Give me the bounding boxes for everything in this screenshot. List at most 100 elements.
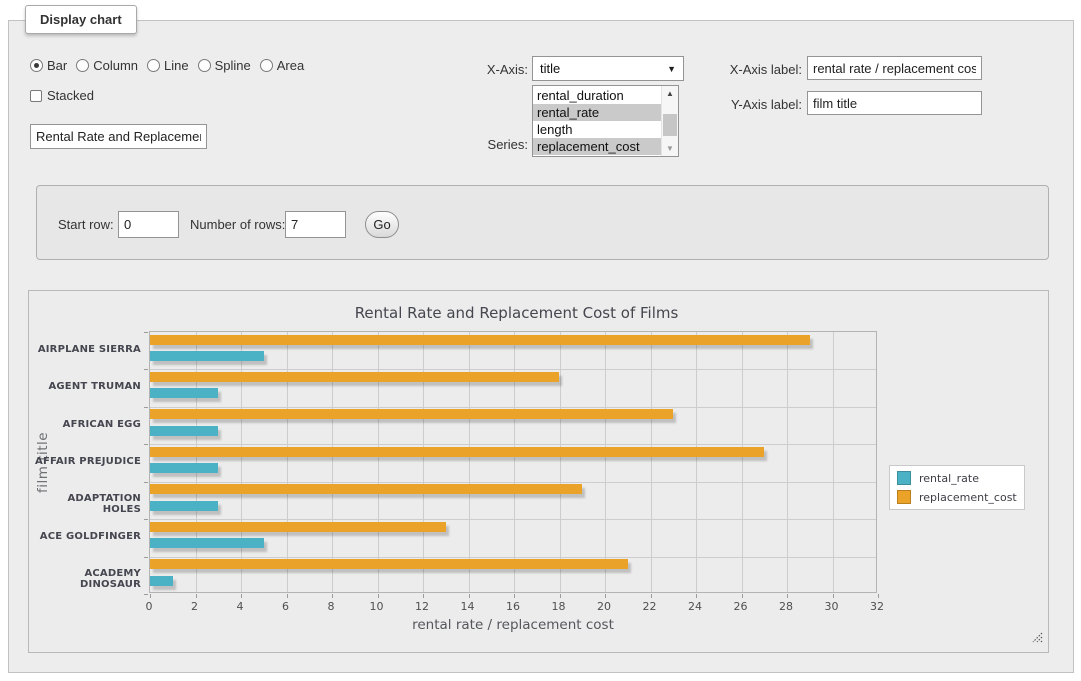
bar-segment (150, 372, 559, 382)
bar-segment (150, 409, 673, 419)
axis-tick (378, 594, 379, 598)
axis-tick (144, 369, 148, 370)
radio-label: Area (277, 58, 304, 73)
radio-icon (147, 59, 160, 72)
num-rows-label: Number of rows: (190, 217, 285, 232)
grid-line (150, 444, 876, 445)
series-listbox[interactable]: rental_durationrental_ratelengthreplacem… (532, 85, 679, 157)
x-tick-label: 32 (870, 600, 884, 613)
y-axis-label-field[interactable] (807, 91, 982, 115)
series-option-length[interactable]: length (533, 121, 661, 138)
axis-tick (423, 594, 424, 598)
chart-type-column[interactable]: Column (76, 58, 138, 73)
series-listbox-label: Series: (430, 137, 528, 152)
scroll-down-icon[interactable]: ▼ (662, 141, 678, 156)
axis-tick (241, 594, 242, 598)
grid-line (560, 332, 561, 592)
stacked-label: Stacked (47, 88, 94, 103)
radio-label: Column (93, 58, 138, 73)
x-tick-label: 26 (734, 600, 748, 613)
x-tick-label: 22 (643, 600, 657, 613)
radio-label: Spline (215, 58, 251, 73)
chart-title: Rental Rate and Replacement Cost of Film… (29, 304, 1004, 322)
x-tick-label: 24 (688, 600, 702, 613)
x-axis-select[interactable]: title ▼ (532, 56, 684, 81)
chart-title-input[interactable] (30, 124, 207, 149)
radio-icon (198, 59, 211, 72)
resize-grip-icon[interactable] (1032, 632, 1043, 643)
x-tick-label: 0 (146, 600, 153, 613)
bar-segment (150, 463, 218, 473)
axis-tick (787, 594, 788, 598)
chart-legend: rental_rate replacement_cost (889, 465, 1025, 510)
axis-tick (833, 594, 834, 598)
axis-tick (144, 519, 148, 520)
legend-swatch (897, 490, 911, 504)
axis-tick (878, 594, 879, 598)
bar-segment (150, 426, 218, 436)
rows-panel (36, 185, 1049, 260)
grid-line (150, 369, 876, 370)
x-tick-label: 6 (282, 600, 289, 613)
grid-line (696, 332, 697, 592)
series-option-rental_duration[interactable]: rental_duration (533, 87, 661, 104)
x-tick-label: 8 (328, 600, 335, 613)
radio-label: Bar (47, 58, 67, 73)
listbox-scrollbar[interactable]: ▲ ▼ (661, 86, 678, 156)
axis-tick (144, 332, 148, 333)
category-label: ACE GOLDFINGER (29, 531, 141, 542)
axis-tick (651, 594, 652, 598)
axis-tick (150, 594, 151, 598)
series-options: rental_durationrental_ratelengthreplacem… (533, 86, 661, 156)
chart-type-area[interactable]: Area (260, 58, 304, 73)
num-rows-input[interactable] (285, 211, 346, 238)
axis-tick (287, 594, 288, 598)
grid-line (150, 519, 876, 520)
x-tick-label: 12 (415, 600, 429, 613)
bar-segment (150, 538, 264, 548)
axis-tick (605, 594, 606, 598)
x-tick-label: 16 (506, 600, 520, 613)
category-label: AIRPLANE SIERRA (29, 344, 141, 355)
grid-line (150, 482, 876, 483)
chart-type-line[interactable]: Line (147, 58, 189, 73)
x-tick-label: 4 (237, 600, 244, 613)
grid-line (833, 332, 834, 592)
y-axis-label-caption: Y-Axis label: (705, 97, 802, 112)
category-label: ACADEMY DINOSAUR (29, 568, 141, 590)
start-row-input[interactable] (118, 211, 179, 238)
legend-label: replacement_cost (919, 491, 1017, 504)
bar-segment (150, 388, 218, 398)
stacked-checkbox[interactable]: Stacked (30, 88, 94, 103)
category-label: AGENT TRUMAN (29, 381, 141, 392)
scroll-thumb[interactable] (663, 114, 677, 136)
bar-segment (150, 447, 764, 457)
grid-line (150, 557, 876, 558)
x-tick-label: 14 (461, 600, 475, 613)
chart-panel: Rental Rate and Replacement Cost of Film… (28, 290, 1049, 653)
chart-type-radios: Bar Column Line Spline Area (30, 55, 304, 75)
bar-segment (150, 559, 628, 569)
chart-type-spline[interactable]: Spline (198, 58, 251, 73)
legend-entry: rental_rate (897, 471, 1017, 485)
scroll-up-icon[interactable]: ▲ (662, 86, 678, 101)
chart-type-bar[interactable]: Bar (30, 58, 67, 73)
x-axis-label-field[interactable] (807, 56, 982, 80)
x-tick-label: 20 (597, 600, 611, 613)
axis-tick (144, 407, 148, 408)
legend-swatch (897, 471, 911, 485)
bar-segment (150, 484, 582, 494)
series-option-rental_rate[interactable]: rental_rate (533, 104, 661, 121)
axis-tick (696, 594, 697, 598)
grid-line (787, 332, 788, 592)
x-tick-label: 28 (779, 600, 793, 613)
axis-tick (469, 594, 470, 598)
grid-line (742, 332, 743, 592)
series-option-replacement_cost[interactable]: replacement_cost (533, 138, 661, 155)
bar-segment (150, 351, 264, 361)
legend-entry: replacement_cost (897, 490, 1017, 504)
axis-tick (144, 482, 148, 483)
x-axis-select-label: X-Axis: (430, 62, 528, 77)
go-button[interactable]: Go (365, 211, 399, 238)
x-tick-label: 10 (370, 600, 384, 613)
